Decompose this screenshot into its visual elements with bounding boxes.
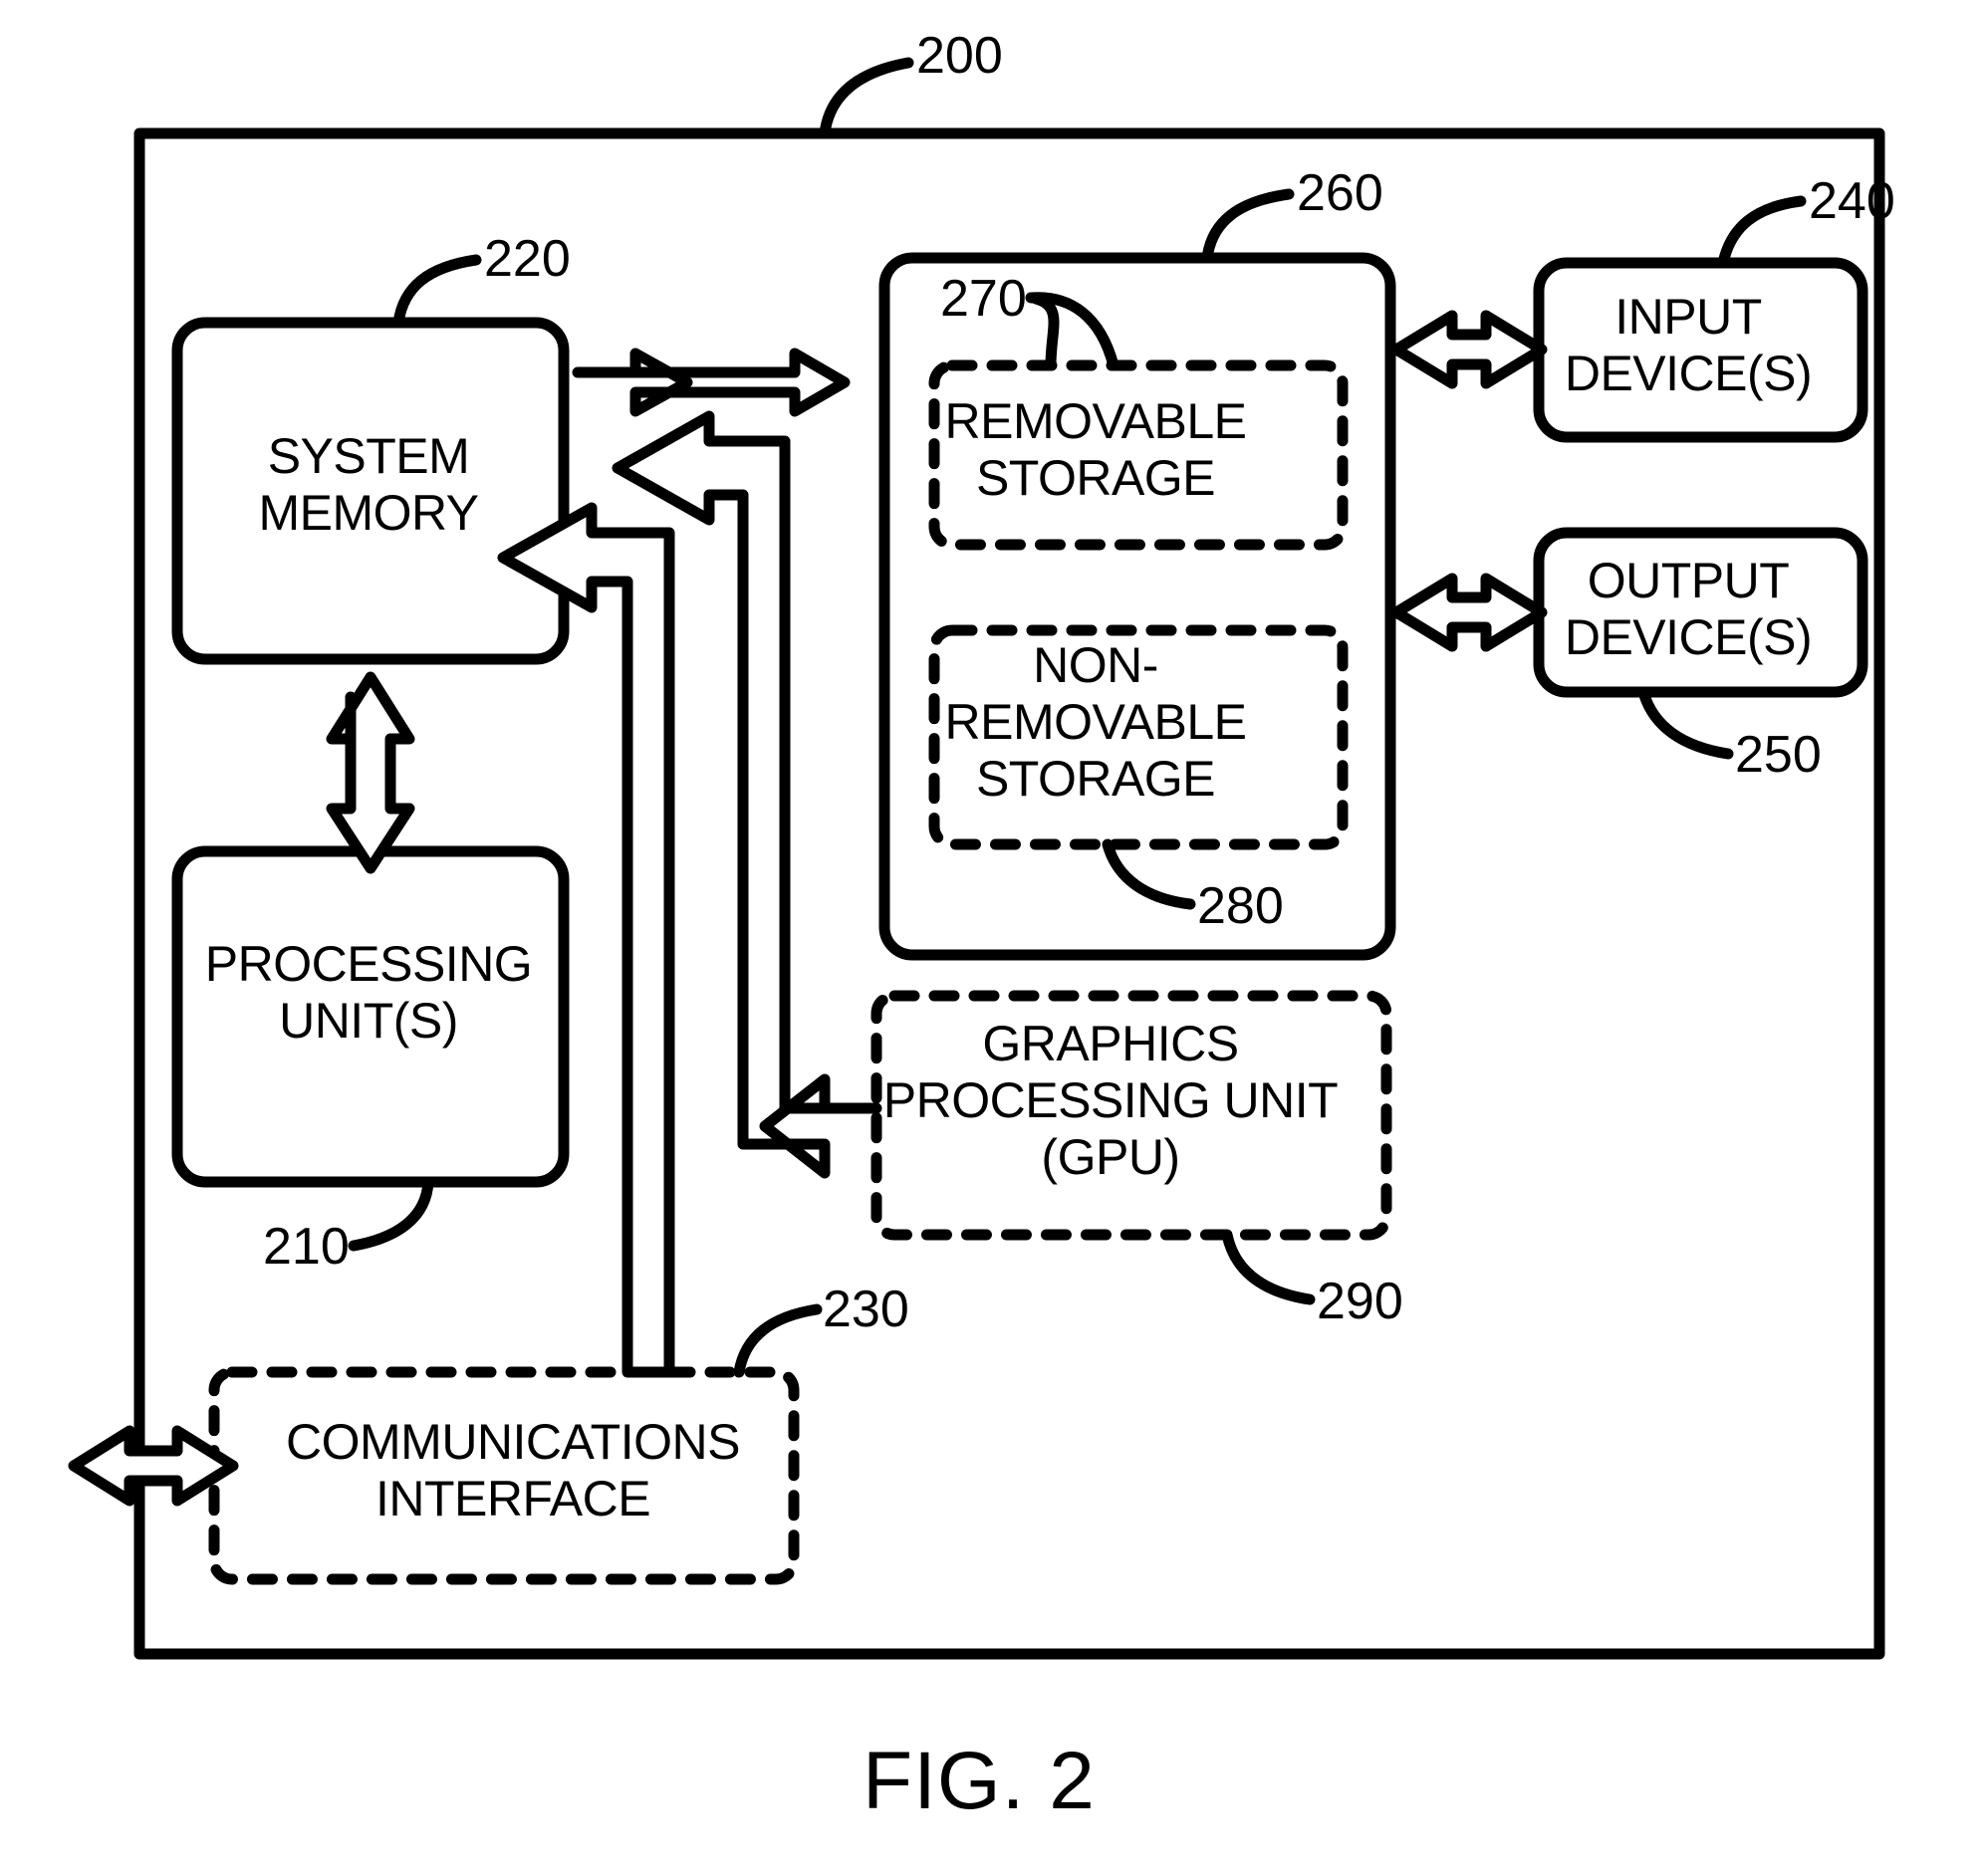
ref-numeral-240: 240 — [1809, 172, 1895, 230]
leader-200 — [819, 57, 914, 139]
communications-interface-block — [208, 1366, 800, 1585]
non-removable-storage-block — [928, 624, 1349, 850]
leader-240 — [1717, 195, 1807, 269]
leader-260 — [1201, 188, 1295, 264]
ref-numeral-290: 290 — [1317, 1273, 1403, 1330]
removable-storage-block — [928, 359, 1349, 551]
system-memory-block — [171, 317, 570, 665]
leader-230 — [733, 1303, 823, 1378]
arrow-storage-input — [1390, 310, 1548, 389]
ref-numeral-200: 200 — [916, 27, 1003, 85]
leader-210 — [348, 1176, 434, 1252]
ref-numeral-260: 260 — [1297, 164, 1383, 222]
figure-caption: FIG. 2 — [863, 1736, 1096, 1826]
ref-numeral-270: 270 — [940, 270, 1027, 328]
ref-numeral-220: 220 — [484, 230, 571, 288]
leader-220 — [392, 254, 482, 329]
ref-numeral-250: 250 — [1735, 726, 1822, 784]
arrow-memory-processing — [326, 671, 415, 874]
ref-numeral-210: 210 — [263, 1218, 350, 1276]
arrow-storage-output — [1390, 573, 1548, 652]
ref-numeral-280: 280 — [1197, 877, 1284, 935]
arrow-memory-storage — [572, 348, 851, 417]
patent-figure: SYSTEM MEMORY PROCESSING UNIT(S) REMOVAB… — [0, 0, 1985, 1876]
output-devices-block — [1533, 527, 1868, 698]
input-devices-block — [1533, 257, 1868, 443]
ref-numeral-230: 230 — [823, 1281, 909, 1338]
processing-unit-block — [171, 845, 570, 1188]
leader-290 — [1221, 1229, 1316, 1305]
gpu-block — [870, 990, 1392, 1241]
leader-250 — [1637, 686, 1734, 760]
